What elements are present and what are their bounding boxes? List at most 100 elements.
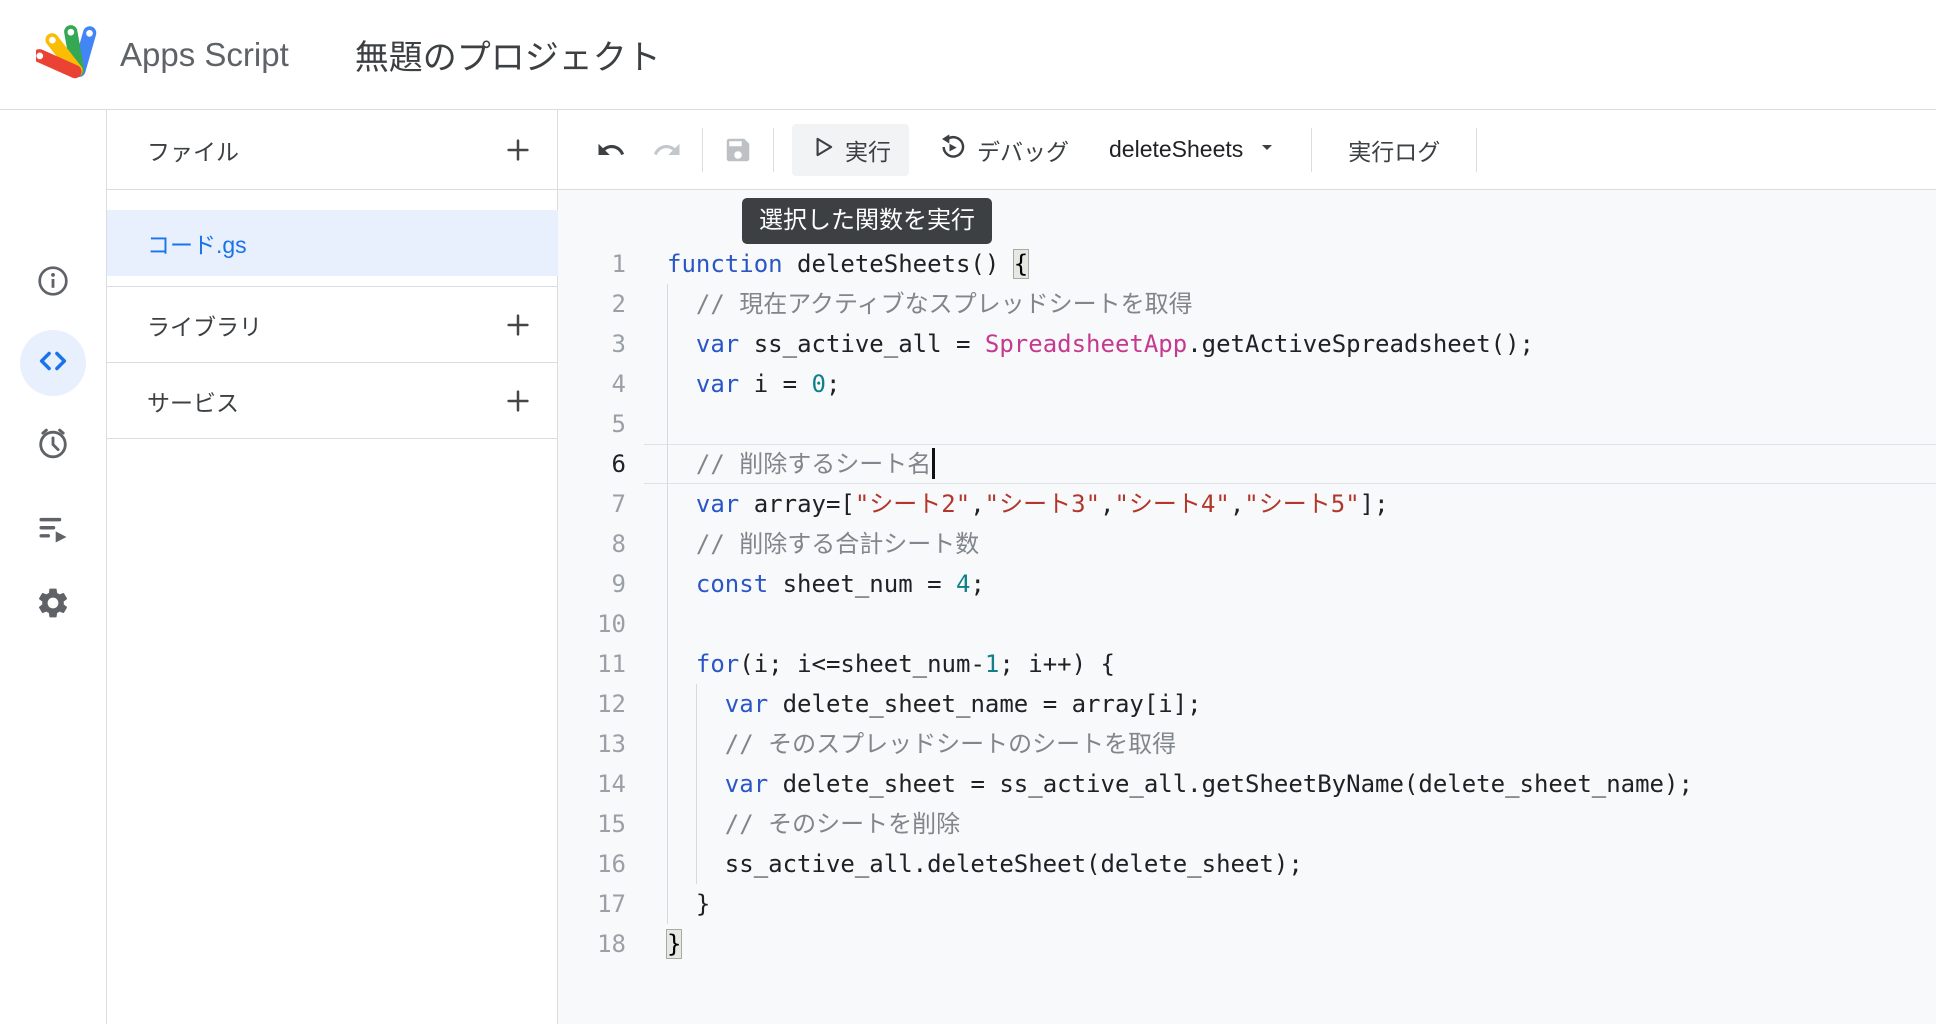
- code-line[interactable]: 14 var delete_sheet = ss_active_all.getS…: [558, 764, 1936, 804]
- line-number: 3: [558, 324, 644, 364]
- text-cursor: [932, 448, 935, 479]
- nav-executions[interactable]: [0, 498, 106, 564]
- file-name: コード.gs: [107, 226, 247, 260]
- undo-button[interactable]: [592, 131, 630, 169]
- add-library-button[interactable]: [496, 303, 540, 347]
- nav-editor[interactable]: [0, 330, 106, 396]
- code-line[interactable]: 16 ss_active_all.deleteSheet(delete_shee…: [558, 844, 1936, 884]
- code-line[interactable]: 6 // 削除するシート名: [558, 444, 1936, 484]
- project-title[interactable]: 無題のプロジェクト: [355, 30, 661, 79]
- code-line[interactable]: 12 var delete_sheet_name = array[i];: [558, 684, 1936, 724]
- function-selector-dropdown[interactable]: deleteSheets: [1099, 126, 1289, 173]
- indent-guide: [667, 564, 668, 604]
- app-name: Apps Script: [120, 36, 289, 74]
- code-line[interactable]: 8 // 削除する合計シート数: [558, 524, 1936, 564]
- indent-guide: [667, 884, 668, 924]
- debug-icon: [939, 133, 967, 166]
- play-icon: [810, 134, 836, 165]
- files-header-label: ファイル: [107, 133, 496, 167]
- debug-button[interactable]: デバッグ: [929, 124, 1079, 176]
- code-area: 1function deleteSheets() {2 // 現在アクティブなス…: [558, 244, 1936, 964]
- indent-guide: [696, 844, 697, 884]
- code-line[interactable]: 17 }: [558, 884, 1936, 924]
- navigation-rail: [0, 110, 107, 1024]
- indent-guide: [667, 284, 668, 324]
- add-file-button[interactable]: [496, 128, 540, 172]
- code-line[interactable]: 5: [558, 404, 1936, 444]
- active-nav-bubble: [20, 330, 86, 396]
- line-number: 5: [558, 404, 644, 444]
- gear-icon: [35, 585, 71, 626]
- info-icon: [36, 264, 70, 303]
- code-line[interactable]: 13 // そのスプレッドシートのシートを取得: [558, 724, 1936, 764]
- indent-guide: [696, 804, 697, 844]
- toolbar-divider: [773, 128, 774, 172]
- code-editor[interactable]: 1function deleteSheets() {2 // 現在アクティブなス…: [558, 190, 1936, 1024]
- execution-log-button[interactable]: 実行ログ: [1334, 124, 1454, 176]
- line-number: 14: [558, 764, 644, 804]
- line-number: 9: [558, 564, 644, 604]
- indent-guide: [696, 724, 697, 764]
- line-number: 11: [558, 644, 644, 684]
- indent-guide: [667, 684, 668, 724]
- debug-label: デバッグ: [977, 133, 1069, 167]
- line-number: 6: [558, 444, 644, 484]
- code-line[interactable]: 2 // 現在アクティブなスプレッドシートを取得: [558, 284, 1936, 324]
- line-number: 15: [558, 804, 644, 844]
- apps-script-logo-icon: [36, 17, 98, 92]
- code-line[interactable]: 3 var ss_active_all = SpreadsheetApp.get…: [558, 324, 1936, 364]
- indent-guide: [667, 484, 668, 524]
- line-number: 12: [558, 684, 644, 724]
- nav-triggers[interactable]: [0, 412, 106, 478]
- indent-guide: [667, 364, 668, 404]
- run-label: 実行: [845, 133, 891, 167]
- toolbar-divider: [1476, 128, 1477, 172]
- code-line[interactable]: 15 // そのシートを削除: [558, 804, 1936, 844]
- toolbar-divider: [702, 128, 703, 172]
- save-button[interactable]: [719, 131, 757, 169]
- indent-guide: [696, 684, 697, 724]
- line-number: 7: [558, 484, 644, 524]
- indent-guide: [667, 644, 668, 684]
- selected-function-name: deleteSheets: [1109, 136, 1243, 163]
- indent-guide: [667, 844, 668, 884]
- toolbar-divider: [1311, 128, 1312, 172]
- run-button-tooltip: 選択した関数を実行: [742, 198, 992, 244]
- code-line[interactable]: 4 var i = 0;: [558, 364, 1936, 404]
- files-section-header: ファイル: [107, 110, 558, 190]
- app-header: Apps Script 無題のプロジェクト: [0, 0, 1936, 110]
- run-button[interactable]: 実行: [792, 124, 909, 176]
- line-number: 16: [558, 844, 644, 884]
- executions-icon: [35, 511, 71, 552]
- libraries-section-header: ライブラリ: [107, 287, 558, 363]
- indent-guide: [667, 324, 668, 364]
- libraries-header-label: ライブラリ: [107, 308, 496, 342]
- line-number: 2: [558, 284, 644, 324]
- clock-icon: [35, 425, 71, 466]
- indent-guide: [667, 404, 668, 444]
- line-number: 4: [558, 364, 644, 404]
- code-line[interactable]: 11 for(i; i<=sheet_num-1; i++) {: [558, 644, 1936, 684]
- indent-guide: [667, 604, 668, 644]
- indent-guide: [667, 804, 668, 844]
- indent-guide: [696, 764, 697, 804]
- code-line[interactable]: 1function deleteSheets() {: [558, 244, 1936, 284]
- chevron-down-icon: [1255, 135, 1279, 164]
- nav-settings[interactable]: [0, 572, 106, 638]
- file-item-code-gs[interactable]: コード.gs: [107, 210, 558, 276]
- nav-overview[interactable]: [0, 250, 106, 316]
- services-header-label: サービス: [107, 384, 496, 418]
- code-line[interactable]: 10: [558, 604, 1936, 644]
- code-line[interactable]: 7 var array=["シート2","シート3","シート4","シート5"…: [558, 484, 1936, 524]
- redo-button[interactable]: [648, 131, 686, 169]
- add-service-button[interactable]: [496, 379, 540, 423]
- code-line[interactable]: 9 const sheet_num = 4;: [558, 564, 1936, 604]
- indent-guide: [667, 764, 668, 804]
- files-panel: ファイル コード.gs ライブラリ サービス: [107, 110, 558, 1024]
- line-number: 17: [558, 884, 644, 924]
- editor-toolbar: 実行 デバッグ deleteSheets 実行ログ: [558, 110, 1936, 190]
- code-line[interactable]: 18}: [558, 924, 1936, 964]
- services-section-header: サービス: [107, 363, 558, 439]
- line-number: 8: [558, 524, 644, 564]
- line-number: 13: [558, 724, 644, 764]
